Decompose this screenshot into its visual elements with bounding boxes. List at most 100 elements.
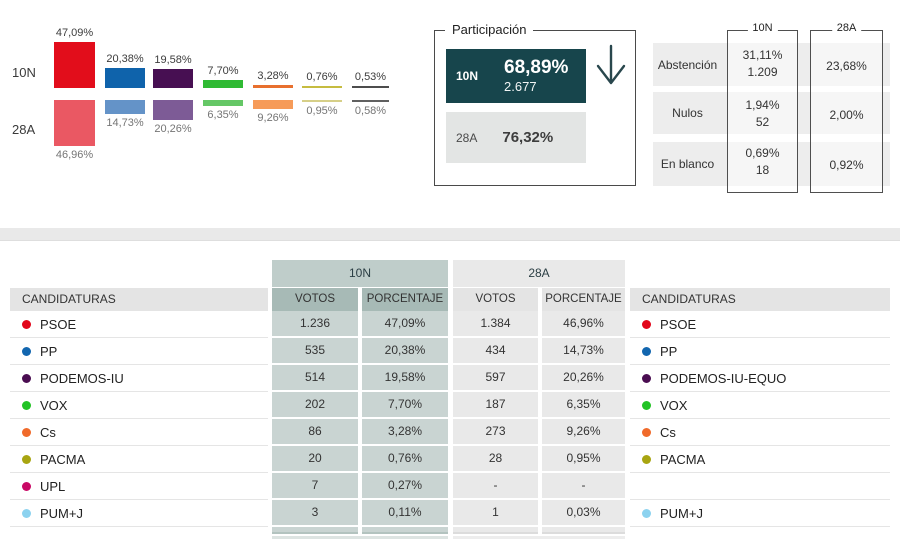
party-name: PSOE bbox=[660, 316, 697, 332]
bar-label-28a: 9,26% bbox=[257, 112, 289, 124]
party-cell-28a bbox=[630, 473, 890, 500]
pct-28a: 0,95% bbox=[542, 446, 625, 471]
stats-28a-nulos: 2,00% bbox=[829, 108, 864, 122]
votes-10n: 202 bbox=[272, 392, 358, 417]
bar-28a-cs bbox=[253, 100, 293, 109]
bar-label-10n: 0,76% bbox=[306, 71, 338, 83]
party-dot bbox=[22, 346, 31, 356]
chart-row-label-28a: 28A bbox=[12, 122, 36, 137]
column-footer-28a bbox=[453, 527, 538, 534]
bar-label-10n: 7,70% bbox=[207, 65, 239, 77]
stats-value: 0,69% bbox=[745, 146, 780, 160]
table-group-header-row: 10N 28A bbox=[10, 260, 890, 287]
pct-28a: 6,35% bbox=[542, 392, 625, 417]
party-name: PP bbox=[40, 343, 58, 359]
pct-10n: 47,09% bbox=[362, 311, 448, 336]
chart-bar-group-vox: 7,70% 6,35% bbox=[203, 10, 243, 180]
party-dot bbox=[642, 319, 651, 329]
party-cell: PODEMOS-IU bbox=[10, 365, 268, 392]
participation-28a-label: 28A bbox=[456, 130, 478, 145]
pct-28a: 14,73% bbox=[542, 338, 625, 363]
results-bar-chart: 10N 28A 47,09% 46,96% 20,38% 14,73% 19,5… bbox=[0, 10, 430, 180]
column-footer-28a bbox=[542, 527, 625, 534]
party-name: UPL bbox=[40, 478, 66, 494]
bar-28a-pacma bbox=[302, 100, 342, 102]
stats-label-enblanco: En blanco bbox=[660, 157, 715, 171]
party-dot bbox=[22, 454, 31, 464]
header-candidaturas-left: CANDIDATURAS bbox=[10, 288, 268, 311]
group-header-10n: 10N bbox=[272, 260, 448, 287]
bar-label-28a: 0,58% bbox=[354, 105, 387, 117]
party-name: PACMA bbox=[660, 451, 706, 467]
party-cell-28a: Cs bbox=[630, 419, 890, 446]
pct-10n: 0,11% bbox=[362, 500, 448, 525]
participation-28a-box: 28A 76,32% bbox=[446, 112, 586, 163]
votes-10n: 535 bbox=[272, 338, 358, 363]
stats-value: 1,94% bbox=[745, 98, 780, 112]
stats-col-10n-header: 10N bbox=[747, 22, 778, 34]
table-row-pp: PP 535 20,38% 434 14,73% PP bbox=[10, 338, 890, 365]
bar-10n-pacma bbox=[302, 86, 342, 88]
bar-10n-pp bbox=[105, 68, 145, 88]
party-name: PODEMOS-IU-EQUO bbox=[660, 370, 787, 386]
party-name: VOX bbox=[40, 397, 68, 413]
votes-10n: 7 bbox=[272, 473, 358, 498]
bar-label-28a: 46,96% bbox=[55, 149, 94, 161]
stats-value: 52 bbox=[755, 115, 770, 129]
participation-10n-count: 2.677 bbox=[504, 78, 537, 94]
bar-label-10n: 0,53% bbox=[354, 71, 387, 83]
party-dot bbox=[642, 454, 651, 464]
stats-table: Abstención Nulos En blanco 10N 31,11% 1.… bbox=[653, 20, 890, 195]
pct-10n: 19,58% bbox=[362, 365, 448, 390]
stats-28a-enblanco: 0,92% bbox=[829, 158, 864, 172]
stats-10n-nulos: 1,94% 52 bbox=[728, 97, 797, 131]
bar-label-28a: 14,73% bbox=[106, 117, 144, 129]
pct-10n: 7,70% bbox=[362, 392, 448, 417]
pct-28a: 9,26% bbox=[542, 419, 625, 444]
table-column-footer bbox=[10, 527, 890, 534]
party-cell: VOX bbox=[10, 392, 268, 419]
bar-label-28a: 6,35% bbox=[207, 109, 239, 121]
chart-row-label-10n: 10N bbox=[12, 65, 36, 80]
stats-label-nulos: Nulos bbox=[672, 106, 703, 120]
party-cell: UPL bbox=[10, 473, 268, 500]
participation-10n-box: 10N 68,89% 2.677 bbox=[446, 49, 586, 103]
bar-10n-podemos bbox=[153, 69, 193, 88]
pct-28a: 0,03% bbox=[542, 500, 625, 525]
votes-10n: 20 bbox=[272, 446, 358, 471]
stats-28a-abstencion: 23,68% bbox=[826, 59, 867, 73]
pct-28a: 46,96% bbox=[542, 311, 625, 336]
party-dot bbox=[22, 400, 31, 410]
stats-col-10n: 10N 31,11% 1.209 1,94% 52 0,69% 18 bbox=[727, 22, 798, 193]
votes-28a: 434 bbox=[453, 338, 538, 363]
bar-label-10n: 3,28% bbox=[257, 70, 289, 82]
participation-panel: Participación 10N 68,89% 2.677 28A 76,32… bbox=[434, 22, 636, 186]
chart-bar-group-psoe: 47,09% 46,96% bbox=[54, 10, 95, 180]
results-table: 10N 28A CANDIDATURAS VOTOS PORCENTAJE VO… bbox=[10, 260, 890, 539]
votes-10n: 1.236 bbox=[272, 311, 358, 336]
header-candidaturas-right: CANDIDATURAS bbox=[630, 288, 890, 311]
table-column-header-row: CANDIDATURAS VOTOS PORCENTAJE VOTOS PORC… bbox=[10, 288, 890, 311]
header-porcentaje-28a: PORCENTAJE bbox=[542, 288, 625, 311]
party-cell-28a: PSOE bbox=[630, 311, 890, 338]
party-dot bbox=[642, 508, 651, 518]
stats-10n-abstencion: 31,11% 1.209 bbox=[728, 47, 797, 81]
party-name: VOX bbox=[660, 397, 688, 413]
table-row-psoe: PSOE 1.236 47,09% 1.384 46,96% PSOE bbox=[10, 311, 890, 338]
party-dot bbox=[642, 373, 651, 383]
arrow-down-icon bbox=[596, 44, 626, 85]
votes-10n: 514 bbox=[272, 365, 358, 390]
party-name: PP bbox=[660, 343, 678, 359]
votes-10n: 86 bbox=[272, 419, 358, 444]
pct-10n: 0,27% bbox=[362, 473, 448, 498]
stats-col-28a: 28A 23,68% 2,00% 0,92% bbox=[810, 22, 883, 193]
party-dot bbox=[22, 481, 31, 491]
bar-10n-otros bbox=[352, 86, 389, 88]
party-cell-28a: PACMA bbox=[630, 446, 890, 473]
party-name: PUM+J bbox=[40, 505, 83, 521]
party-name: PSOE bbox=[40, 316, 77, 332]
party-cell: PP bbox=[10, 338, 268, 365]
table-row-podemos: PODEMOS-IU 514 19,58% 597 20,26% PODEMOS… bbox=[10, 365, 890, 392]
